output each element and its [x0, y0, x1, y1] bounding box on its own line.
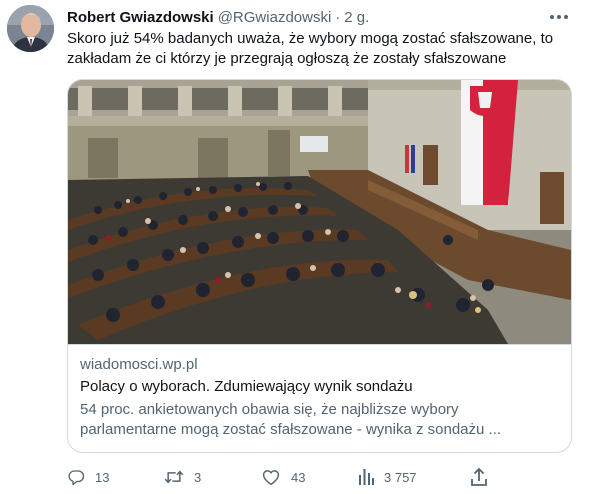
card-title: Polacy o wyborach. Zdumiewający wynik so… — [80, 378, 413, 395]
author-handle[interactable]: @RGwiazdowski — [218, 9, 332, 26]
card-description: 54 proc. ankietowanych obawia się, że na… — [80, 400, 559, 440]
like-button[interactable]: 43 — [261, 466, 305, 488]
card-description-line: 54 proc. ankietowanych obawia się, że na… — [80, 401, 459, 418]
reply-button[interactable]: 13 — [67, 466, 109, 488]
tweet-header: Robert Gwiazdowski @RGwiazdowski · 2 g. — [67, 7, 560, 27]
share-button[interactable] — [470, 466, 488, 488]
action-bar: 13 3 43 3 757 — [67, 466, 572, 488]
like-count: 43 — [291, 469, 306, 485]
heart-icon — [262, 470, 280, 486]
link-card[interactable]: wiadomosci.wp.pl Polacy o wyborach. Zdum… — [67, 79, 572, 453]
card-body[interactable]: wiadomosci.wp.pl Polacy o wyborach. Zdum… — [68, 344, 571, 452]
card-domain: wiadomosci.wp.pl — [80, 356, 198, 373]
avatar[interactable] — [7, 5, 54, 52]
tweet-text: Skoro już 54% badanych uważa, że wybory … — [67, 29, 572, 69]
analytics-icon — [359, 469, 374, 485]
card-image-parliament-hall[interactable] — [68, 80, 571, 344]
author-name[interactable]: Robert Gwiazdowski — [67, 9, 214, 26]
tweet-text-line: Skoro już 54% badanych uważa, że wybory … — [67, 30, 554, 47]
tweet-text-line: zakładam że ci którzy je przegrają ogłos… — [67, 50, 507, 67]
tweet-timestamp[interactable]: 2 g. — [344, 9, 369, 26]
reply-count: 13 — [95, 469, 110, 485]
retweet-count: 3 — [194, 469, 202, 485]
share-icon — [471, 467, 487, 486]
card-description-line: parlamentarne mogą zostać sfałszowane - … — [80, 421, 502, 438]
tweet[interactable]: Robert Gwiazdowski @RGwiazdowski · 2 g. … — [0, 0, 590, 494]
reply-icon — [68, 470, 85, 486]
views-count: 3 757 — [384, 469, 417, 485]
views-button[interactable]: 3 757 — [358, 466, 417, 488]
retweet-button[interactable]: 3 — [164, 466, 201, 488]
separator-dot: · — [335, 8, 341, 26]
retweet-icon — [164, 470, 184, 484]
more-horizontal-icon[interactable] — [548, 6, 570, 28]
